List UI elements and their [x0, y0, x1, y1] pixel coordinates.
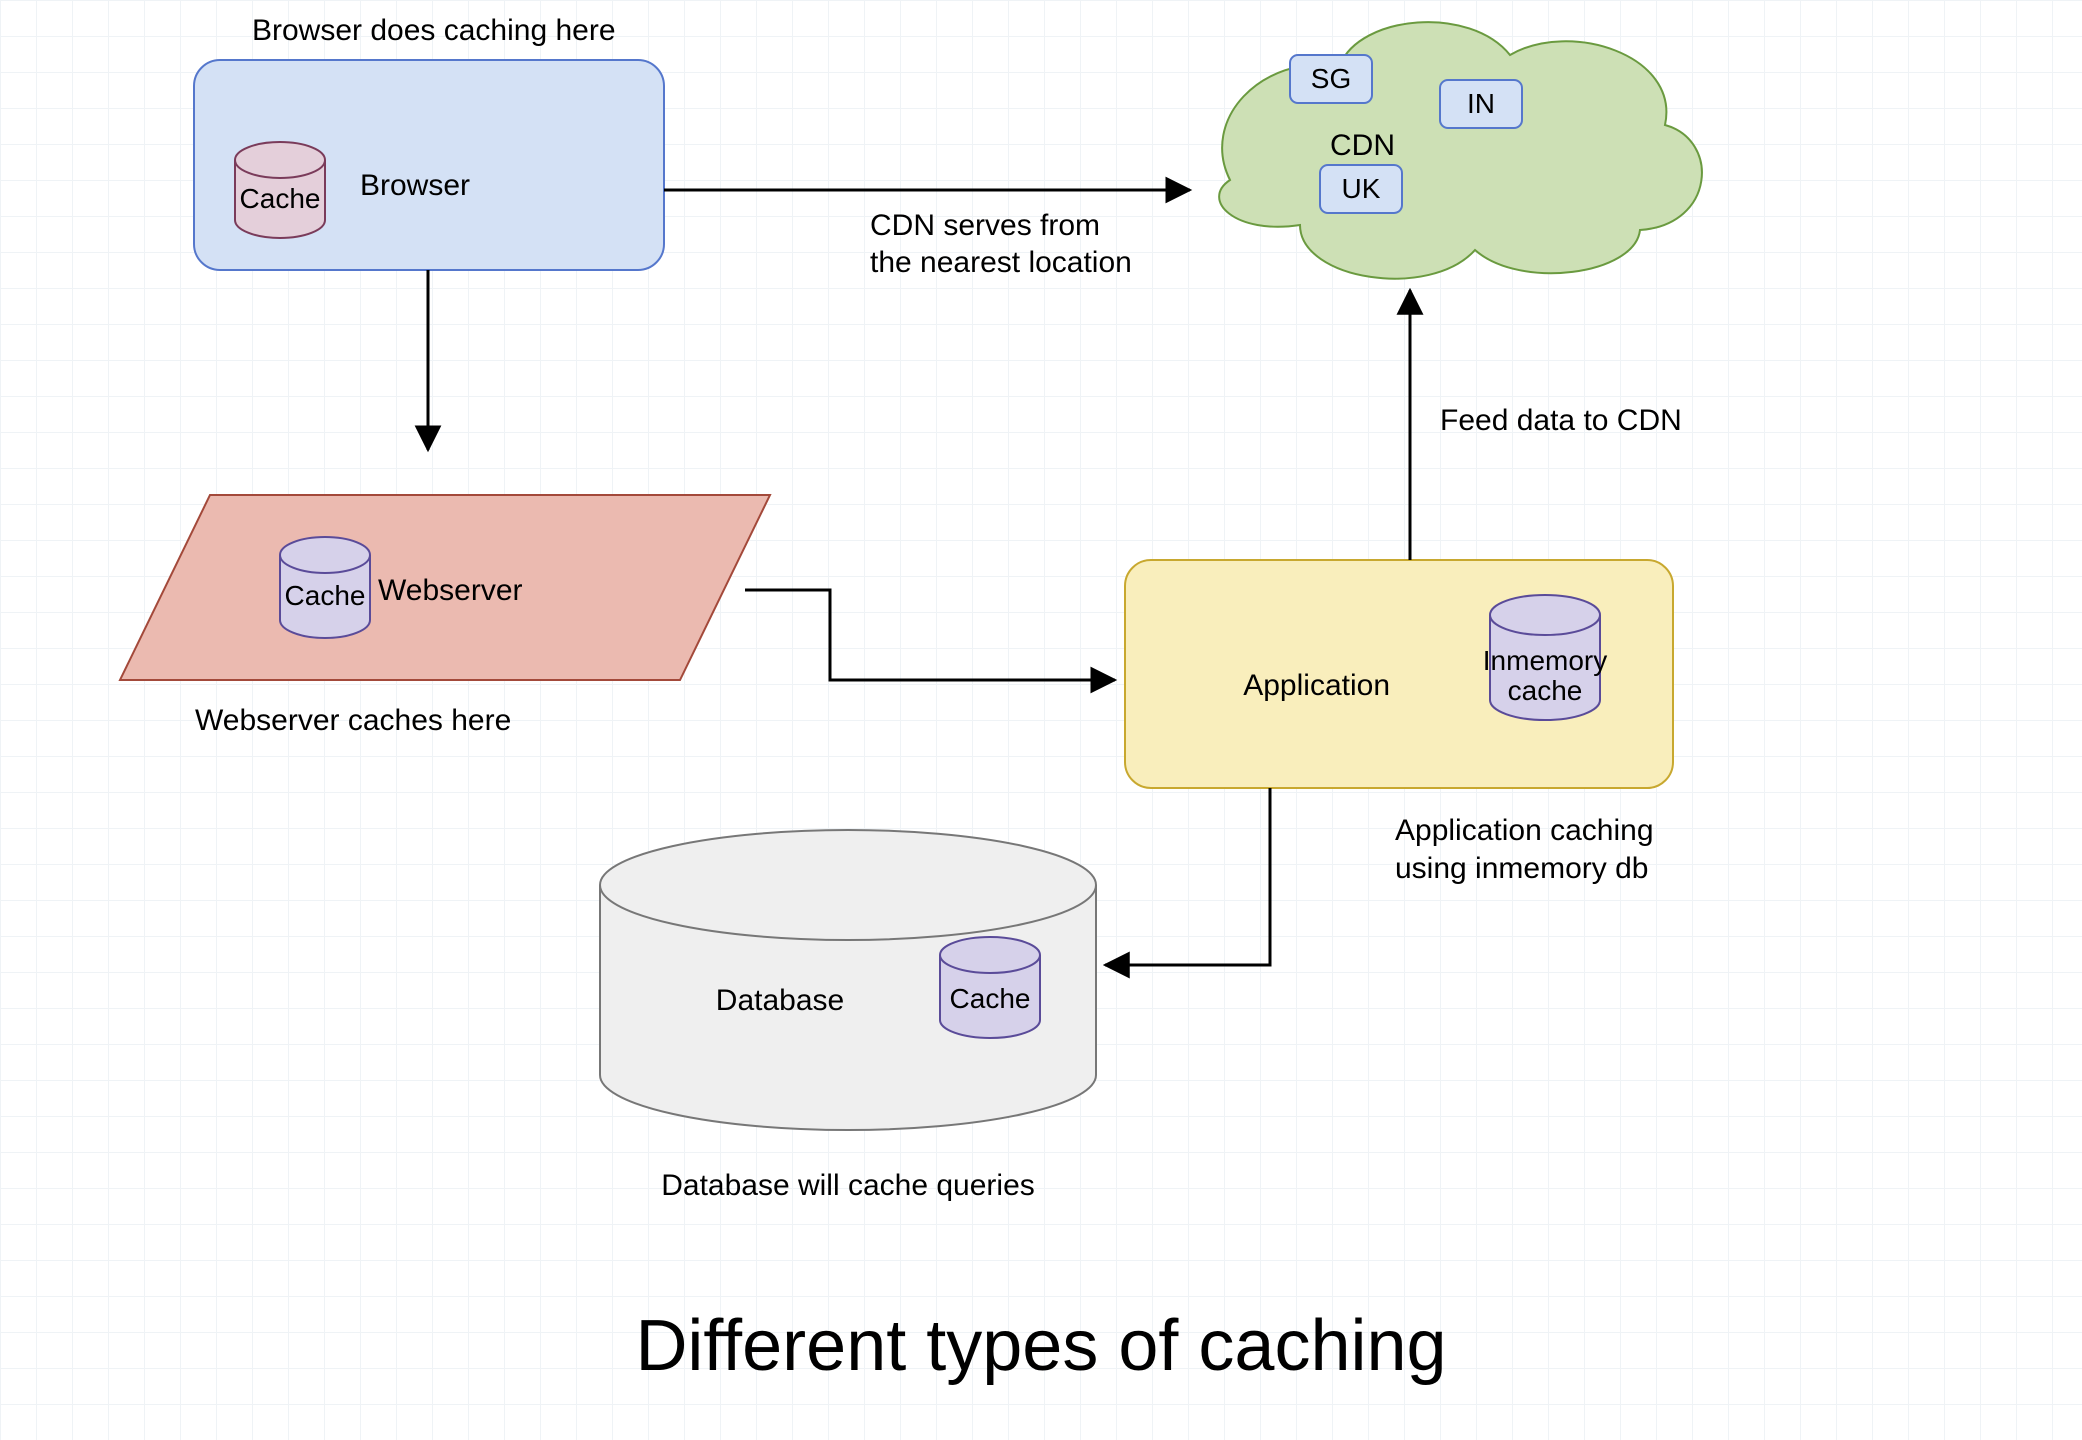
edge-application-to-cdn: Feed data to CDN — [1410, 290, 1682, 560]
browser-label: Browser — [360, 169, 470, 202]
application-caption-1: Application caching — [1395, 814, 1654, 847]
svg-text:IN: IN — [1467, 88, 1495, 119]
cdn-region-sg: SG — [1290, 55, 1372, 103]
database-cache-label: Cache — [950, 983, 1031, 1014]
edge-application-to-database — [1105, 788, 1270, 965]
database-cache-cylinder: Cache — [940, 937, 1040, 1038]
webserver-caption: Webserver caches here — [195, 704, 511, 737]
browser-cache-cylinder: Cache — [235, 142, 325, 238]
cdn-node: CDN SG IN UK — [1219, 22, 1702, 279]
edge-browser-to-cdn: CDN serves from the nearest location — [664, 190, 1190, 279]
cdn-label: CDN — [1330, 129, 1395, 162]
database-caption: Database will cache queries — [661, 1169, 1035, 1202]
svg-text:cache: cache — [1508, 675, 1583, 706]
diagram-title: Different types of caching — [635, 1306, 1446, 1386]
svg-text:CDN serves from: CDN serves from — [870, 209, 1100, 242]
cdn-region-uk: UK — [1320, 165, 1402, 213]
diagram-canvas: Browser does caching here Cache Browser … — [0, 0, 2082, 1440]
svg-text:the nearest location: the nearest location — [870, 246, 1132, 279]
svg-text:SG: SG — [1311, 63, 1351, 94]
webserver-cache-label: Cache — [285, 580, 366, 611]
application-cache-cylinder: Inmemory cache — [1483, 595, 1607, 720]
browser-cache-label: Cache — [240, 183, 321, 214]
browser-caption: Browser does caching here — [252, 14, 616, 47]
application-caption-2: using inmemory db — [1395, 852, 1648, 885]
browser-node: Browser does caching here Cache Browser — [194, 14, 664, 270]
webserver-cache-cylinder: Cache — [280, 537, 370, 638]
database-node: Database Cache Database will cache queri… — [600, 830, 1096, 1202]
edge-webserver-to-application — [745, 590, 1115, 680]
database-label: Database — [716, 984, 844, 1017]
svg-text:UK: UK — [1342, 173, 1381, 204]
webserver-label: Webserver — [378, 574, 523, 607]
application-label: Application — [1243, 669, 1390, 702]
webserver-node: Cache Webserver Webserver caches here — [120, 495, 770, 737]
application-node: Application Inmemory cache Application c… — [1125, 560, 1673, 885]
feed-cdn-label: Feed data to CDN — [1440, 404, 1682, 437]
svg-text:Inmemory: Inmemory — [1483, 645, 1607, 676]
cdn-region-in: IN — [1440, 80, 1522, 128]
